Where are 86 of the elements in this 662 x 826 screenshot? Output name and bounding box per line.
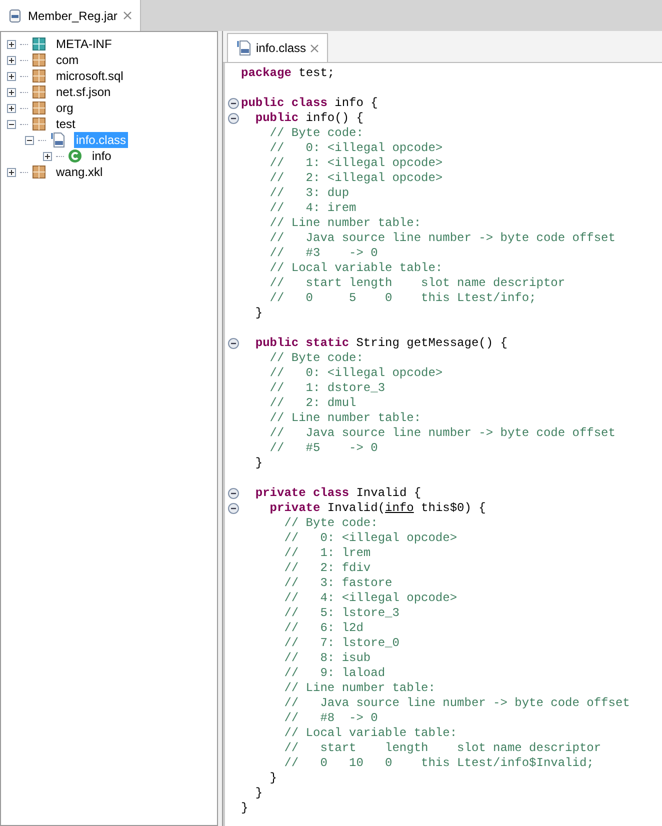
package-icon	[32, 69, 46, 83]
fold-icon[interactable]	[228, 338, 238, 349]
code-line: // #5 -> 0	[268, 441, 378, 456]
code-line: }	[254, 456, 263, 471]
code-line: // 8: isub	[283, 651, 371, 666]
tab-label: info.class	[256, 40, 306, 57]
code-line: // #3 -> 0	[268, 246, 378, 261]
code-line: // 5: lstore_3	[283, 606, 400, 621]
code-line: }	[254, 306, 263, 321]
code-line: // 0: <illegal opcode>	[283, 531, 458, 546]
package-icon	[32, 165, 46, 179]
close-icon[interactable]	[123, 11, 132, 20]
code-line: // Java source line number -> byte code offset	[283, 696, 630, 711]
code-line: // Line number table:	[283, 681, 436, 696]
code-line: // Byte code:	[283, 516, 378, 531]
code-line: // 1: dstore_3	[268, 381, 386, 396]
tree-item[interactable]: wang.xkl	[54, 164, 105, 180]
code-line: // 9: laload	[283, 666, 386, 681]
code-line: // 4: irem	[268, 201, 356, 216]
class-icon	[68, 149, 82, 163]
code-line: // 3: fastore	[283, 576, 392, 591]
package-icon	[32, 101, 46, 115]
expand-icon[interactable]	[7, 56, 16, 64]
tree-item[interactable]: microsoft.sql	[54, 68, 126, 84]
tree-item[interactable]: test	[54, 116, 78, 132]
code-line: // 0 5 0 this Ltest/info;	[268, 291, 536, 306]
code-line: public static String getMessage() {	[254, 336, 508, 351]
code-line: // Byte code:	[268, 351, 364, 366]
code-line: public class info {	[241, 96, 378, 111]
code-line: // 0: <illegal opcode>	[268, 141, 443, 156]
code-line: // 3: dup	[268, 186, 350, 201]
code-line: // 6: l2d	[283, 621, 364, 636]
code-line: // Line number table:	[268, 411, 422, 426]
class-file-icon	[50, 132, 66, 148]
code-line: // start length slot name descriptor	[268, 276, 566, 291]
code-line: // #8 -> 0	[283, 711, 378, 726]
code-line: }	[254, 786, 263, 801]
fold-icon[interactable]	[228, 98, 238, 109]
package-icon	[32, 117, 46, 131]
package-icon	[32, 85, 46, 99]
tree-item[interactable]: info	[90, 148, 114, 164]
code-line: // Java source line number -> byte code offset	[268, 231, 616, 246]
code-line: // Line number table:	[268, 216, 422, 231]
fold-icon[interactable]	[228, 503, 238, 514]
code-line: // 2: dmul	[268, 396, 356, 411]
tree-item[interactable]: org	[54, 100, 76, 116]
code-line: // 0: <illegal opcode>	[268, 366, 443, 381]
code-line: // 1: <illegal opcode>	[268, 156, 443, 171]
expand-icon[interactable]	[7, 40, 16, 48]
code-line: private class Invalid {	[254, 486, 422, 501]
expand-icon[interactable]	[7, 168, 16, 176]
code-line: // 2: fdiv	[283, 561, 371, 576]
close-icon[interactable]	[310, 44, 320, 52]
fold-icon[interactable]	[228, 113, 238, 124]
code-line: }	[241, 801, 248, 816]
package-icon	[32, 53, 46, 67]
tree-item[interactable]: com	[54, 52, 81, 68]
tab-label: Member_Reg.jar	[28, 8, 118, 24]
tree-item[interactable]: net.sf.json	[54, 84, 113, 100]
code-line: // 7: lstore_0	[283, 636, 400, 651]
code-line: public info() {	[254, 111, 364, 126]
fold-icon[interactable]	[228, 488, 238, 499]
code-line: // Local variable table:	[283, 726, 458, 741]
grid-folder-icon	[32, 37, 46, 51]
expand-icon[interactable]	[7, 88, 16, 96]
code-line: // Java source line number -> byte code offset	[268, 426, 616, 441]
expand-icon[interactable]	[7, 104, 16, 112]
code-line: package test;	[241, 66, 335, 81]
code-line: // 1: lrem	[283, 546, 371, 561]
expand-icon[interactable]	[7, 72, 16, 80]
collapse-icon[interactable]	[7, 120, 16, 128]
file-tab[interactable]: Member_Reg.jar	[0, 0, 142, 31]
jar-file-icon	[8, 8, 22, 22]
code-line: // 2: <illegal opcode>	[268, 171, 443, 186]
editor-tab[interactable]: info.class	[227, 33, 328, 62]
code-line: private Invalid(info this$0) {	[268, 501, 486, 516]
class-file-icon	[236, 40, 252, 56]
collapse-icon[interactable]	[25, 136, 34, 144]
tree-item[interactable]: META-INF	[54, 36, 114, 52]
code-line: // Local variable table:	[268, 261, 443, 276]
code-line: }	[268, 771, 278, 786]
code-line: // start length slot name descriptor	[283, 741, 602, 756]
code-line: // 0 10 0 this Ltest/info$Invalid;	[283, 756, 594, 771]
code-line: // Byte code:	[268, 126, 364, 141]
code-line: // 4: <illegal opcode>	[283, 591, 458, 606]
expand-icon[interactable]	[43, 152, 52, 160]
